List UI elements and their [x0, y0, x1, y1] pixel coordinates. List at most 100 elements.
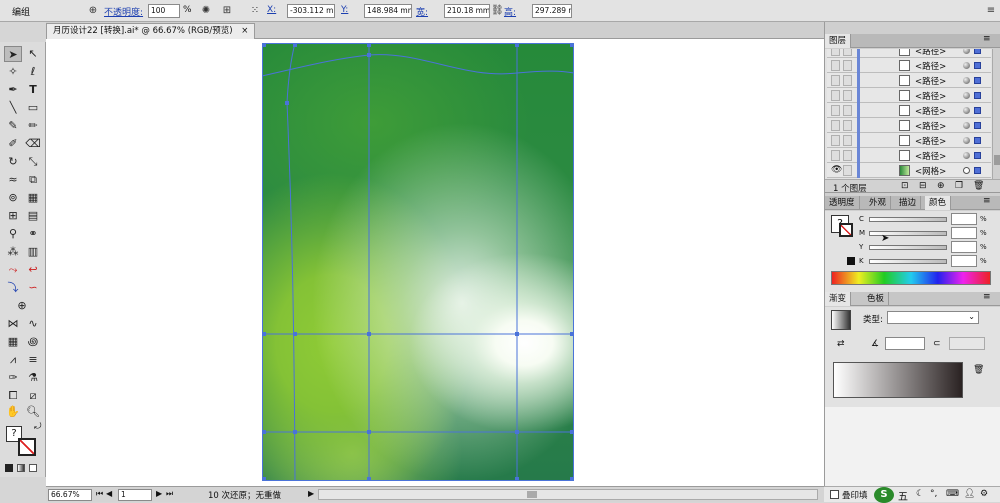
line-tool-icon[interactable]: ╲: [4, 100, 22, 116]
target-icon[interactable]: [963, 62, 970, 69]
visibility-icon[interactable]: [831, 150, 840, 161]
opacity-input[interactable]: 100: [148, 4, 180, 18]
tab-stroke[interactable]: 描边: [895, 196, 922, 210]
prev-page-icon[interactable]: ◀: [106, 489, 112, 498]
target-icon[interactable]: [963, 107, 970, 114]
panel-menu-icon[interactable]: ≡: [984, 4, 998, 18]
angle-input[interactable]: [885, 337, 925, 350]
layers-menu-icon[interactable]: ≡: [983, 34, 991, 44]
clipping-mask-icon[interactable]: ⊟: [919, 181, 927, 191]
eraser-tool-icon[interactable]: ⌫: [24, 136, 42, 152]
visibility-icon[interactable]: [831, 105, 840, 116]
user-icon[interactable]: 👤︎: [964, 489, 975, 499]
paintbrush-tool-icon[interactable]: ✎: [4, 118, 22, 134]
last-page-icon[interactable]: ⏭: [166, 489, 173, 499]
lock-icon[interactable]: [843, 150, 852, 161]
artboard-mesh-object[interactable]: [262, 43, 574, 481]
target-icon[interactable]: [963, 49, 970, 54]
rectangle-tool-icon[interactable]: ▭: [24, 100, 42, 116]
height-input[interactable]: 297.289 mm: [532, 4, 572, 18]
tab-appearance[interactable]: 外观: [865, 196, 892, 210]
width-input[interactable]: 210.18 mm: [444, 4, 490, 18]
layer-row[interactable]: <路径>: [827, 133, 991, 148]
next-page-icon[interactable]: ▶: [156, 489, 162, 498]
link-icon[interactable]: ⛓: [491, 4, 504, 18]
stroke-swatch-icon[interactable]: [18, 438, 36, 456]
width-tool-icon[interactable]: ⤳: [4, 262, 22, 278]
lock-icon[interactable]: [843, 90, 852, 101]
lock-icon[interactable]: [843, 120, 852, 131]
ime-mode[interactable]: 五: [898, 488, 908, 503]
target-icon[interactable]: [963, 77, 970, 84]
zigzag-tool-icon[interactable]: ⩘: [4, 352, 22, 368]
envelope-tool-icon[interactable]: ⋈: [4, 316, 22, 332]
canvas[interactable]: [46, 39, 824, 486]
new-layer-icon[interactable]: ❐: [955, 181, 963, 191]
soft-keyboard-icon[interactable]: ⌨: [946, 489, 959, 499]
color-mode-icon[interactable]: [5, 464, 13, 472]
layer-row[interactable]: <路径>: [827, 73, 991, 88]
x-input[interactable]: -303.112 mm: [287, 4, 335, 18]
wave-tool-icon[interactable]: ∿: [24, 316, 42, 332]
visibility-icon[interactable]: [831, 120, 840, 131]
symbol-sprayer-tool-icon[interactable]: ⁂: [4, 244, 22, 260]
slice-tool-icon[interactable]: ⧄: [24, 388, 42, 404]
pen-tool-icon[interactable]: ✒: [4, 82, 22, 98]
anchor-convert-tool-icon[interactable]: ⤵: [4, 280, 22, 296]
y-input[interactable]: [951, 241, 977, 253]
k-input[interactable]: [951, 255, 977, 267]
eyedropper-tool-icon[interactable]: ⚲: [4, 226, 22, 242]
layers-scrollbar[interactable]: [992, 49, 1000, 179]
mesh-tool-icon[interactable]: ⊞: [4, 208, 22, 224]
status-menu-icon[interactable]: ▶: [308, 489, 314, 498]
tab-color[interactable]: 颜色: [925, 196, 952, 210]
live-paint-tool-icon[interactable]: ⚗: [24, 370, 42, 386]
k-slider[interactable]: [869, 259, 947, 264]
color-spectrum[interactable]: [831, 271, 991, 285]
new-sublayer-icon[interactable]: ⊕: [937, 181, 945, 191]
column-graph-tool-icon[interactable]: ▥: [24, 244, 42, 260]
layer-row[interactable]: <路径>: [827, 88, 991, 103]
target-icon[interactable]: [963, 137, 970, 144]
layer-row[interactable]: <路径>: [827, 118, 991, 133]
c-slider[interactable]: [869, 217, 947, 222]
pencil-tool-icon[interactable]: ✏: [24, 118, 42, 134]
reverse-gradient-icon[interactable]: ⇄: [837, 339, 845, 349]
style-icon[interactable]: ✺: [199, 4, 213, 18]
aspect-input[interactable]: [949, 337, 985, 350]
gradient-slider[interactable]: [833, 362, 963, 398]
crosshair-tool-icon[interactable]: ⊕: [13, 298, 31, 314]
transform-icon[interactable]: ⊕: [86, 4, 100, 18]
tab-transparency[interactable]: 透明度: [825, 196, 860, 210]
tab-document[interactable]: 月历设计22 [转换].ai* @ 66.67% (RGB/预览) ×: [46, 23, 256, 39]
layer-row[interactable]: <路径>: [827, 148, 991, 163]
target-icon[interactable]: [963, 167, 970, 174]
visibility-icon[interactable]: [831, 90, 840, 101]
lock-icon[interactable]: [843, 135, 852, 146]
zoom-tool-icon[interactable]: 🔍︎: [24, 404, 42, 420]
black-swatch-icon[interactable]: [847, 257, 855, 265]
reshape-tool-icon[interactable]: ↩: [24, 262, 42, 278]
layer-row[interactable]: <路径>: [827, 49, 991, 58]
stroke-none-icon[interactable]: [839, 223, 853, 237]
ime-logo-icon[interactable]: S: [874, 487, 894, 503]
warp-tool-icon[interactable]: ≈: [4, 172, 22, 188]
layer-row[interactable]: 👁︎ <网格>: [827, 163, 991, 178]
gradient-mode-icon[interactable]: [17, 464, 25, 472]
grid-tool-icon[interactable]: ▦: [4, 334, 22, 350]
artboard-tool-icon[interactable]: ⧠: [4, 388, 22, 404]
lock-icon[interactable]: [843, 165, 852, 176]
color-menu-icon[interactable]: ≡: [983, 196, 991, 206]
gradient-menu-icon[interactable]: ≡: [983, 292, 991, 302]
visibility-icon[interactable]: [831, 49, 840, 56]
hand-tool-icon[interactable]: ✋: [4, 404, 22, 420]
gradient-tool-icon[interactable]: ▤: [24, 208, 42, 224]
locate-object-icon[interactable]: ⊡: [901, 181, 909, 191]
smooth-tool-icon[interactable]: ∽: [24, 280, 42, 296]
scale-tool-icon[interactable]: ⤡: [24, 154, 42, 170]
moon-icon[interactable]: ☾: [916, 489, 924, 499]
rotate-tool-icon[interactable]: ↻: [4, 154, 22, 170]
delete-stop-icon[interactable]: 🗑︎: [973, 365, 984, 375]
first-page-icon[interactable]: ⏮: [96, 489, 103, 499]
lock-icon[interactable]: [843, 60, 852, 71]
